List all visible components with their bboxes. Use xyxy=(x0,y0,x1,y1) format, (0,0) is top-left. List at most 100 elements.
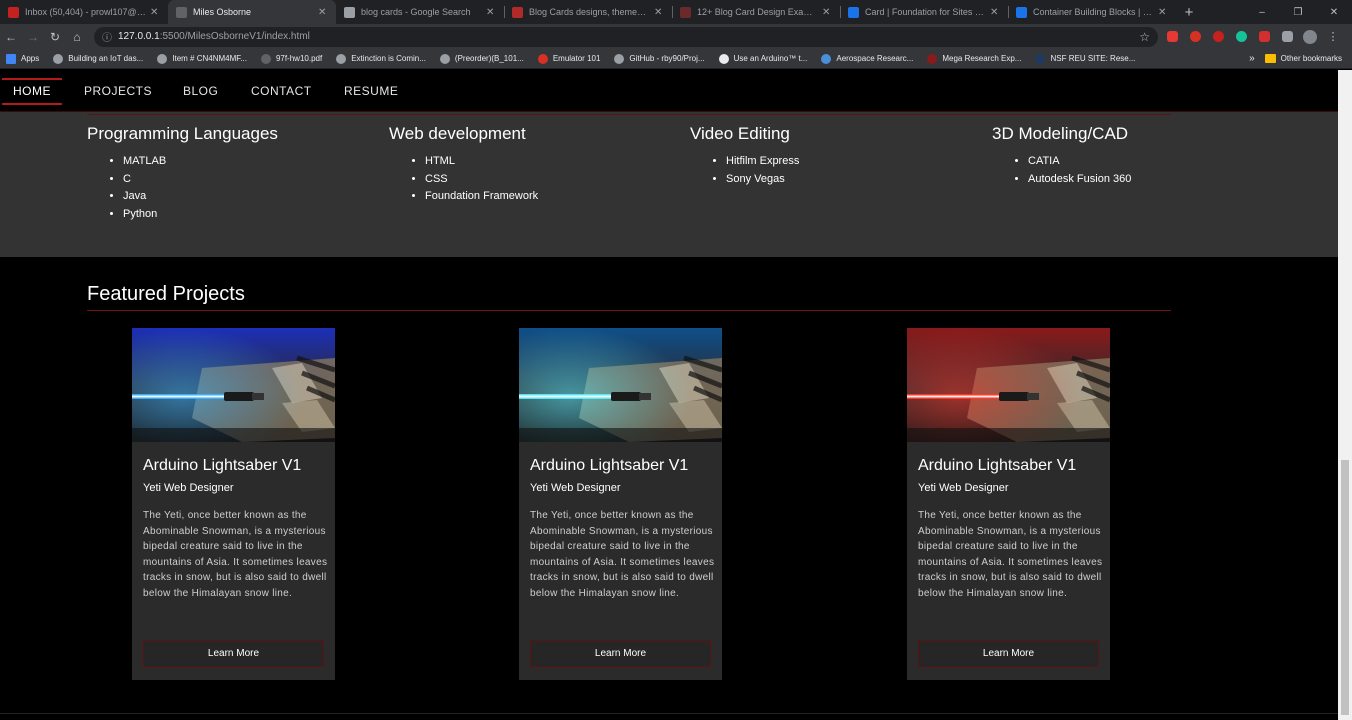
puzzle-extensions-icon[interactable] xyxy=(1278,28,1296,46)
minimize-icon[interactable]: – xyxy=(1244,0,1280,24)
browser-tab[interactable]: Card | Foundation for Sites 6 Doc ✕ xyxy=(840,0,1008,24)
nav-projects[interactable]: PROJECTS xyxy=(84,84,152,98)
bookmark-item[interactable]: Extinction is Comin... xyxy=(336,53,426,64)
browser-tab[interactable]: Miles Osborne ✕ xyxy=(168,0,336,24)
restore-icon[interactable]: ❐ xyxy=(1280,0,1316,24)
bookmark-item[interactable]: Building an IoT das... xyxy=(53,53,143,64)
tab-favicon-icon xyxy=(680,6,691,18)
tab-close-icon[interactable]: ✕ xyxy=(990,7,1000,18)
browser-tab[interactable]: 12+ Blog Card Design Example w ✕ xyxy=(672,0,840,24)
tab-favicon-icon xyxy=(344,6,355,18)
card-image xyxy=(907,328,1110,442)
tab-close-icon[interactable]: ✕ xyxy=(150,7,160,18)
skill-item: Autodesk Fusion 360 xyxy=(1028,171,1131,189)
bookmark-item[interactable]: Apps xyxy=(6,53,39,64)
menu-kebab-icon[interactable]: ⋮ xyxy=(1324,28,1342,46)
grammar-extension-icon[interactable] xyxy=(1232,28,1250,46)
learn-more-button[interactable]: Learn More xyxy=(918,640,1099,667)
bookmark-item[interactable]: Use an Arduino™ t... xyxy=(718,53,807,64)
info-icon[interactable]: ⓘ xyxy=(102,29,112,44)
nav-home[interactable]: HOME xyxy=(13,84,51,98)
tab-favicon-icon xyxy=(512,6,523,18)
skill-list: Hitfilm ExpressSony Vegas xyxy=(690,153,799,188)
tab-close-icon[interactable]: ✕ xyxy=(1158,7,1168,18)
tab-title: Card | Foundation for Sites 6 Doc xyxy=(865,7,986,17)
bookmark-favicon-icon xyxy=(53,53,64,64)
other-bookmarks-label: Other bookmarks xyxy=(1280,54,1342,63)
reload-icon[interactable]: ↻ xyxy=(44,26,66,48)
block-extension-icon[interactable] xyxy=(1209,28,1227,46)
skill-item: CSS xyxy=(425,171,538,189)
page-scrollbar[interactable] xyxy=(1338,70,1352,720)
skill-column: Video Editing Hitfilm ExpressSony Vegas xyxy=(690,124,799,188)
back-icon[interactable]: ← xyxy=(0,26,22,48)
tab-close-icon[interactable]: ✕ xyxy=(318,7,328,18)
tab-title: Blog Cards designs, themes, tem xyxy=(529,7,650,17)
bookmark-label: Extinction is Comin... xyxy=(351,54,426,63)
browser-tab[interactable]: blog cards - Google Search ✕ xyxy=(336,0,504,24)
skill-item: Python xyxy=(123,206,278,224)
new-tab-button[interactable]: + xyxy=(1176,0,1202,24)
profile-avatar[interactable] xyxy=(1301,28,1319,46)
address-bar[interactable]: ⓘ 127.0.0.1 :5500/MilesOsborneV1/index.h… xyxy=(94,26,1158,47)
browser-tab[interactable]: Inbox (50,404) - prowl107@gmai ✕ xyxy=(0,0,168,24)
bookmarks-overflow-icon[interactable]: » xyxy=(1249,53,1255,64)
tab-close-icon[interactable]: ✕ xyxy=(822,7,832,18)
bookmark-label: Emulator 101 xyxy=(552,54,601,63)
skill-title: 3D Modeling/CAD xyxy=(992,124,1129,143)
bookmark-favicon-icon xyxy=(336,53,347,64)
bookmark-item[interactable]: GitHub - rby90/Proj... xyxy=(614,53,705,64)
tab-close-icon[interactable]: ✕ xyxy=(486,7,496,18)
scrollbar-thumb[interactable] xyxy=(1341,460,1349,715)
bookmark-star-icon[interactable]: ☆ xyxy=(1139,30,1150,44)
nav-resume[interactable]: RESUME xyxy=(344,84,398,98)
card-title: Arduino Lightsaber V1 xyxy=(143,457,302,474)
bookmark-item[interactable]: Aerospace Researc... xyxy=(821,53,913,64)
skill-list: HTMLCSSFoundation Framework xyxy=(389,153,538,206)
card-image xyxy=(132,328,335,442)
card-body-text: The Yeti, once better known as the Abomi… xyxy=(918,510,1103,599)
featured-projects-title: Featured Projects xyxy=(87,283,245,305)
home-icon[interactable]: ⌂ xyxy=(66,26,88,48)
skills-divider xyxy=(87,114,1171,115)
browser-tab-strip: Inbox (50,404) - prowl107@gmai ✕ Miles Osb… xyxy=(0,0,1352,24)
card-title: Arduino Lightsaber V1 xyxy=(918,457,1077,474)
card-subtitle: Yeti Web Designer xyxy=(530,482,621,494)
other-bookmarks[interactable]: Other bookmarks xyxy=(1264,54,1342,63)
skill-item: Hitfilm Express xyxy=(726,153,799,171)
shield-extension-icon[interactable] xyxy=(1186,28,1204,46)
skill-item: MATLAB xyxy=(123,153,278,171)
site-nav: HOME PROJECTS BLOG CONTACT RESUME xyxy=(0,70,1338,112)
skill-column: Web development HTMLCSSFoundation Framewo… xyxy=(389,124,538,206)
learn-more-button[interactable]: Learn More xyxy=(143,640,324,667)
forward-icon[interactable]: → xyxy=(22,26,44,48)
card-subtitle: Yeti Web Designer xyxy=(143,482,234,494)
skill-title: Web development xyxy=(389,124,526,143)
tab-close-icon[interactable]: ✕ xyxy=(654,7,664,18)
youtube-extension-icon[interactable] xyxy=(1163,28,1181,46)
bookmark-favicon-icon xyxy=(821,53,832,64)
footer-divider xyxy=(0,713,1338,714)
bookmark-label: (Preorder)(B_101... xyxy=(454,54,524,63)
learn-more-button[interactable]: Learn More xyxy=(530,640,711,667)
bookmark-item[interactable]: Item # CN4NM4MF... xyxy=(157,53,247,64)
close-window-icon[interactable]: ✕ xyxy=(1316,0,1352,24)
lightsaber-photo xyxy=(132,328,335,442)
apps-grid-icon xyxy=(6,53,16,64)
browser-tab[interactable]: Container Building Blocks | Foun ✕ xyxy=(1008,0,1176,24)
bookmark-favicon-icon xyxy=(1035,53,1046,64)
tab-favicon-icon xyxy=(848,6,859,18)
bookmark-item[interactable]: 97f-hw10.pdf xyxy=(260,53,322,64)
video-extension-icon[interactable] xyxy=(1255,28,1273,46)
bookmark-item[interactable]: Emulator 101 xyxy=(537,53,601,64)
skill-item: Java xyxy=(123,188,278,206)
bookmark-item[interactable]: NSF REU SITE: Rese... xyxy=(1035,53,1135,64)
bookmark-item[interactable]: Mega Research Exp... xyxy=(927,53,1021,64)
nav-blog[interactable]: BLOG xyxy=(183,84,218,98)
browser-tab[interactable]: Blog Cards designs, themes, tem ✕ xyxy=(504,0,672,24)
card-body-text: The Yeti, once better known as the Abomi… xyxy=(143,510,328,599)
bookmark-item[interactable]: (Preorder)(B_101... xyxy=(439,53,524,64)
skill-item: C xyxy=(123,171,278,189)
skill-item: Foundation Framework xyxy=(425,188,538,206)
nav-contact[interactable]: CONTACT xyxy=(251,84,312,98)
